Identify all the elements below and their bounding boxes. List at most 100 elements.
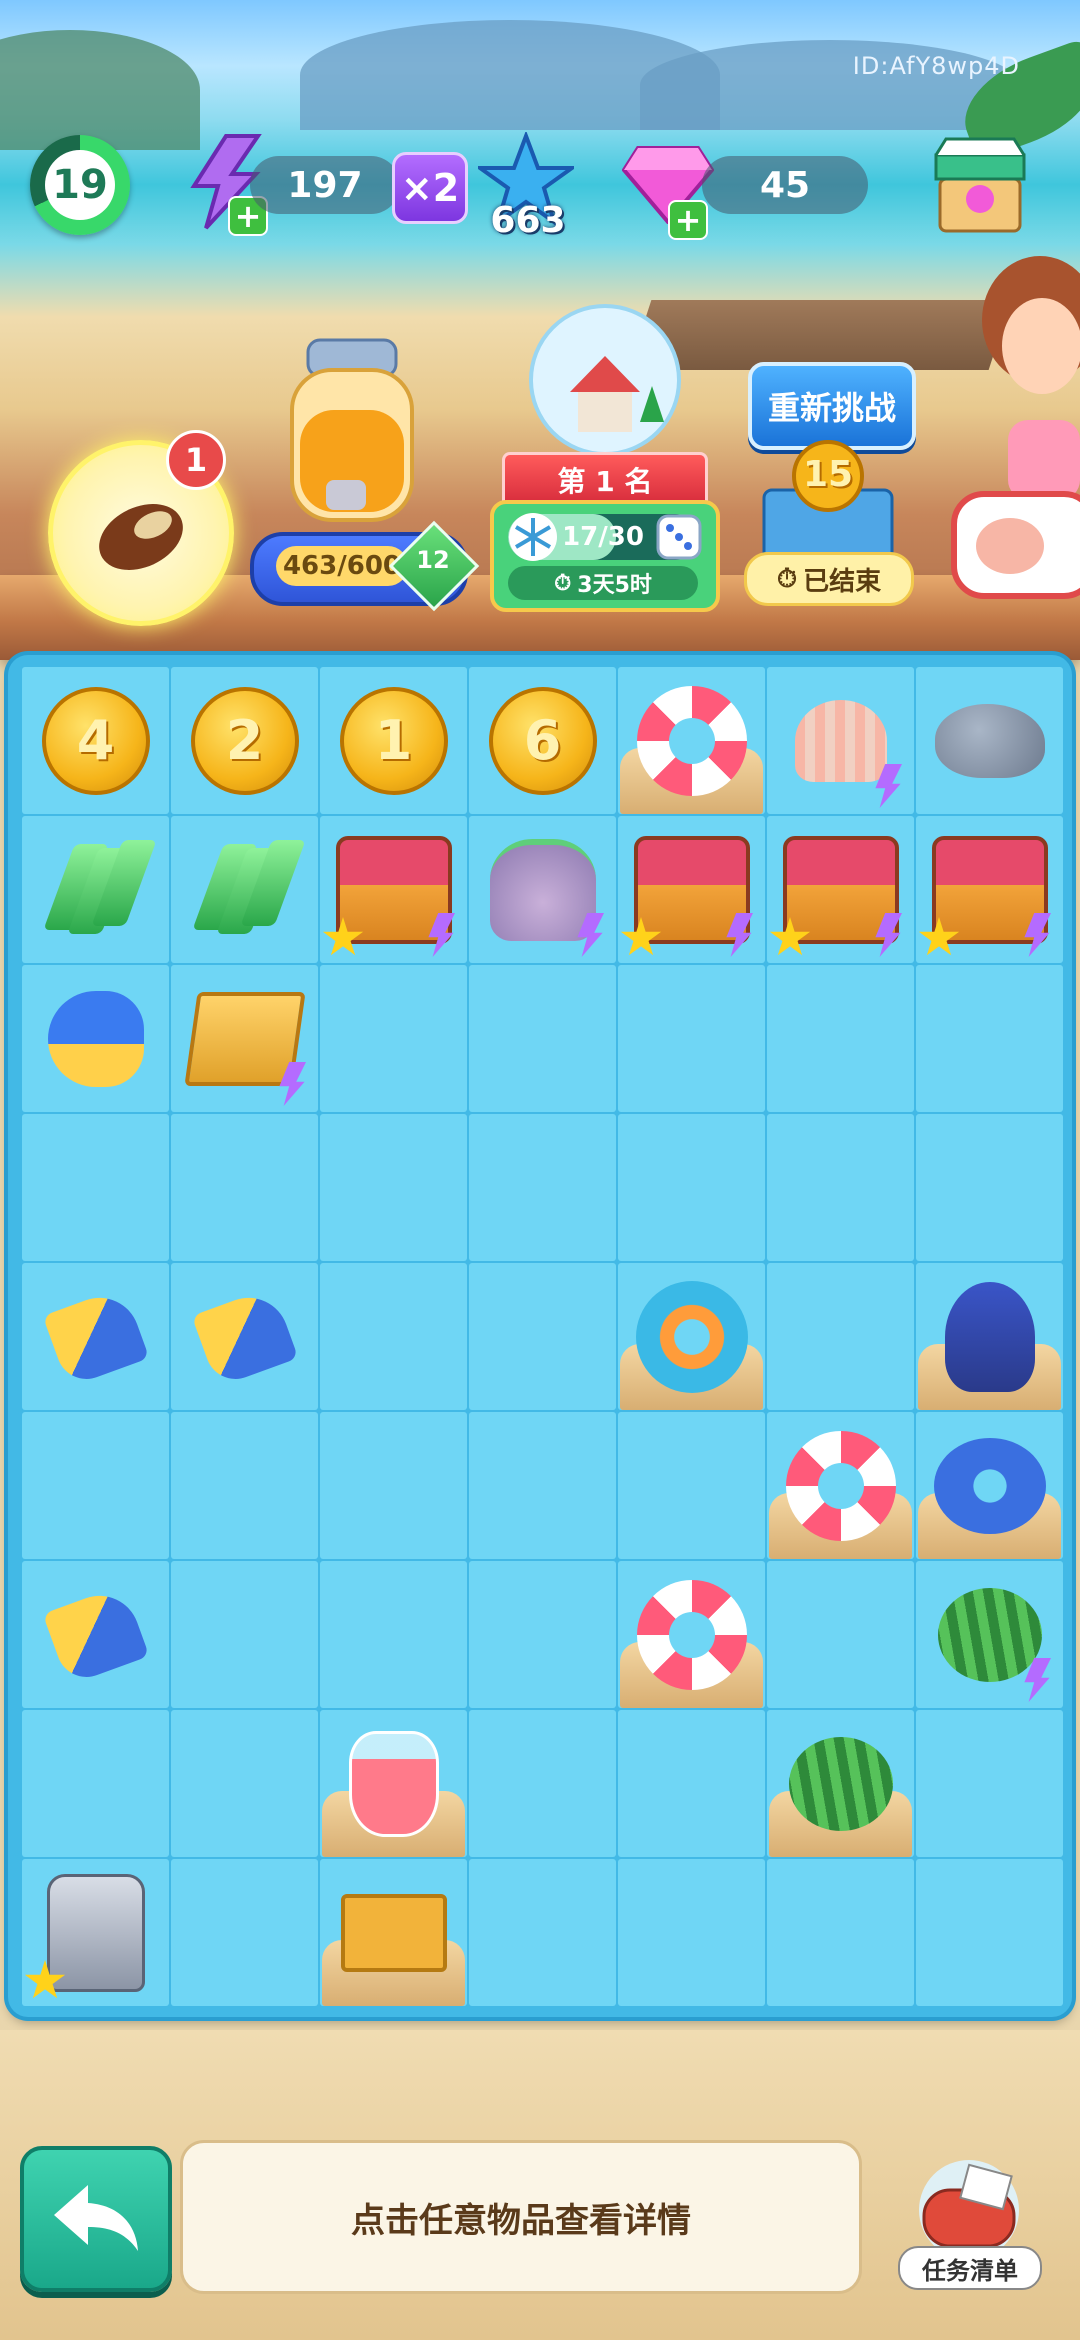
rock-item[interactable]	[916, 667, 1063, 814]
board-cell[interactable]	[22, 1114, 169, 1261]
board-cell[interactable]	[171, 1263, 318, 1410]
board-cell[interactable]	[767, 816, 914, 963]
box-item[interactable]	[320, 1859, 467, 2006]
board-cell[interactable]	[469, 1710, 616, 1857]
board-cell[interactable]	[320, 1114, 467, 1261]
hint-text: 点击任意物品查看详情	[351, 2200, 691, 2241]
board-cell[interactable]	[618, 816, 765, 963]
board-cell[interactable]	[469, 1561, 616, 1708]
board-cell[interactable]	[916, 1114, 1063, 1261]
board-cell[interactable]	[916, 1710, 1063, 1857]
melon-item[interactable]	[767, 1710, 914, 1857]
melon-icon	[937, 1587, 1042, 1682]
character-avatar[interactable]	[968, 250, 1080, 500]
board-cell[interactable]	[767, 965, 914, 1112]
level-badge[interactable]: 19	[30, 135, 130, 235]
board-cell[interactable]	[171, 1561, 318, 1708]
float-ring-item[interactable]	[767, 1412, 914, 1559]
coin-item[interactable]: 2	[171, 667, 318, 814]
board-cell[interactable]	[618, 965, 765, 1112]
donut-item[interactable]	[618, 1263, 765, 1410]
board-cell[interactable]	[469, 1859, 616, 2006]
scoop-item[interactable]	[22, 1263, 169, 1410]
gem-add-button[interactable]: +	[668, 200, 708, 240]
board-cell[interactable]	[469, 1114, 616, 1261]
rechallenge-button[interactable]: 重新挑战	[748, 362, 916, 450]
board-cell[interactable]	[320, 1859, 467, 2006]
board-cell[interactable]	[22, 1710, 169, 1857]
energy-multiplier-button[interactable]: ×2	[392, 152, 468, 224]
coin-icon: 2	[190, 686, 299, 795]
board-cell[interactable]	[22, 965, 169, 1112]
board-cell[interactable]	[916, 965, 1063, 1112]
board-cell[interactable]	[320, 1412, 467, 1559]
float-ring-item[interactable]	[618, 1561, 765, 1708]
board-cell[interactable]: 2	[171, 667, 318, 814]
board-cell[interactable]	[22, 1263, 169, 1410]
board-cell[interactable]	[916, 816, 1063, 963]
board-cell[interactable]	[171, 1412, 318, 1559]
board-cell[interactable]	[171, 965, 318, 1112]
board-cell[interactable]	[916, 667, 1063, 814]
board-cell[interactable]	[171, 1710, 318, 1857]
bolt-item[interactable]	[171, 816, 318, 963]
shell-slot[interactable]	[950, 490, 1080, 600]
back-button[interactable]	[20, 2146, 172, 2292]
board-cell[interactable]	[767, 1263, 914, 1410]
can-item[interactable]	[22, 965, 169, 1112]
board-cell[interactable]	[320, 1710, 467, 1857]
board-cell[interactable]	[767, 1710, 914, 1857]
board-cell[interactable]	[916, 1561, 1063, 1708]
board-cell[interactable]	[469, 965, 616, 1112]
board-cell[interactable]	[767, 667, 914, 814]
board-cell[interactable]	[767, 1114, 914, 1261]
board-cell[interactable]	[618, 1710, 765, 1857]
board-cell[interactable]	[618, 667, 765, 814]
board-cell[interactable]	[767, 1859, 914, 2006]
honey-jar[interactable]	[282, 330, 422, 530]
board-cell[interactable]	[469, 1263, 616, 1410]
board-cell[interactable]	[916, 1412, 1063, 1559]
board-cell[interactable]	[320, 816, 467, 963]
bird-item[interactable]	[916, 1263, 1063, 1410]
board-cell[interactable]	[171, 1859, 318, 2006]
coin-value: 1	[374, 709, 413, 772]
coin-item[interactable]: 1	[320, 667, 467, 814]
board-cell[interactable]	[618, 1263, 765, 1410]
board-cell[interactable]	[618, 1412, 765, 1559]
scoop-item[interactable]	[22, 1561, 169, 1708]
board-cell[interactable]	[916, 1859, 1063, 2006]
board-cell[interactable]	[171, 1114, 318, 1261]
board-cell[interactable]	[916, 1263, 1063, 1410]
board-cell[interactable]	[22, 1859, 169, 2006]
coin-item[interactable]: 6	[469, 667, 616, 814]
board-cell[interactable]	[320, 1561, 467, 1708]
board-cell[interactable]	[469, 816, 616, 963]
board-cell[interactable]: 6	[469, 667, 616, 814]
event-timer: ⏱ 3天5时	[508, 566, 698, 600]
board-cell[interactable]	[767, 1561, 914, 1708]
bolt-item[interactable]	[22, 816, 169, 963]
scoop-item[interactable]	[171, 1263, 318, 1410]
board-cell[interactable]	[320, 1263, 467, 1410]
float-ring-item[interactable]	[618, 667, 765, 814]
juice-item[interactable]	[320, 1710, 467, 1857]
event-panel[interactable]: 17/30 ⏱ 3天5时	[490, 500, 720, 612]
shop-button[interactable]	[932, 135, 1028, 235]
board-cell[interactable]	[618, 1561, 765, 1708]
board-cell[interactable]	[320, 965, 467, 1112]
snow-globe[interactable]	[520, 302, 690, 462]
coin-item[interactable]: 4	[22, 667, 169, 814]
board-cell[interactable]: 4	[22, 667, 169, 814]
board-cell[interactable]	[22, 1561, 169, 1708]
board-cell[interactable]	[618, 1859, 765, 2006]
board-cell[interactable]	[618, 1114, 765, 1261]
board-cell[interactable]	[22, 1412, 169, 1559]
board-cell[interactable]	[767, 1412, 914, 1559]
task-list-button[interactable]: 任务清单	[894, 2150, 1044, 2320]
ring-whale-item[interactable]	[916, 1412, 1063, 1559]
board-cell[interactable]: 1	[320, 667, 467, 814]
board-cell[interactable]	[171, 816, 318, 963]
board-cell[interactable]	[469, 1412, 616, 1559]
board-cell[interactable]	[22, 816, 169, 963]
